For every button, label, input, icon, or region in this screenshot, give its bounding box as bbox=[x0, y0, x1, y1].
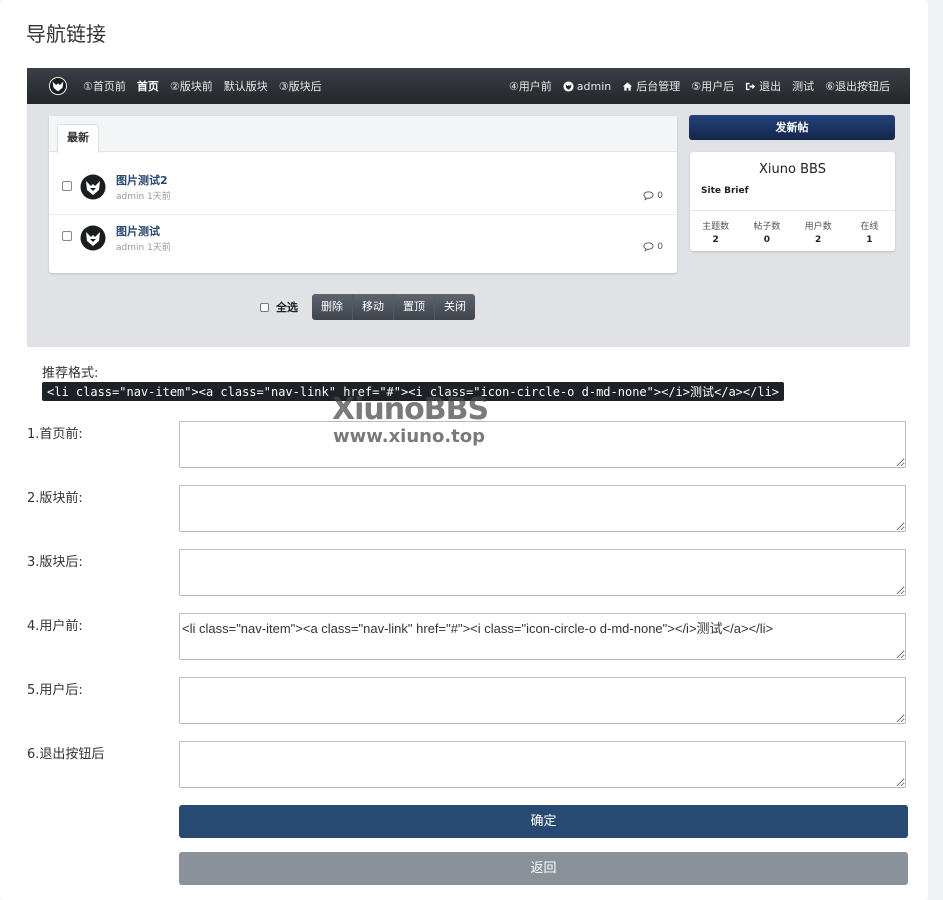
stat-label: 帖子数 bbox=[753, 222, 781, 232]
nav-item-admin-panel[interactable]: 后台管理 bbox=[622, 78, 680, 94]
home-before-field[interactable] bbox=[179, 421, 906, 468]
recommend-label: 推荐格式: bbox=[42, 366, 99, 381]
watermark-url: www.xiuno.top bbox=[333, 426, 486, 447]
nav-left-items: ①首页前 首页 ②版块前 默认版块 ③版块后 bbox=[83, 68, 333, 104]
admin-panel-label: 后台管理 bbox=[636, 80, 681, 93]
thread-list-card: 最新 图片测试2 admin 1天前 0 图片测试 admin 1天前 0 bbox=[49, 116, 677, 273]
stat-value: 1 bbox=[866, 235, 873, 245]
nav-item-home-before[interactable]: ①首页前 bbox=[83, 78, 126, 94]
forum-before-field[interactable] bbox=[179, 485, 906, 532]
stat-label: 在线 bbox=[860, 222, 879, 232]
moderation-bar: 全选 删除 移动 置顶 关闭 bbox=[260, 294, 475, 320]
nav-item-forum-after[interactable]: ③版块后 bbox=[279, 78, 322, 94]
preview-top-nav: ①首页前 首页 ②版块前 默认版块 ③版块后 ④用户前 admin 后台管理 ⑤… bbox=[27, 68, 910, 104]
field-label-home-before: 1.首页前: bbox=[27, 427, 83, 442]
field-label-logout-after: 6.退出按钮后 bbox=[27, 747, 105, 762]
nav-item-user-before[interactable]: ④用户前 bbox=[509, 78, 552, 94]
site-brief: Site Brief bbox=[701, 186, 749, 196]
thread-row[interactable]: 图片测试2 admin 1天前 0 bbox=[49, 168, 677, 214]
stat-label: 用户数 bbox=[804, 222, 832, 232]
nav-preview: ①首页前 首页 ②版块前 默认版块 ③版块后 ④用户前 admin 后台管理 ⑤… bbox=[27, 68, 910, 347]
thread-time: 1天前 bbox=[147, 192, 171, 202]
top-button[interactable]: 置顶 bbox=[394, 294, 435, 320]
sign-out-icon bbox=[746, 82, 756, 90]
thread-checkbox[interactable] bbox=[62, 231, 72, 241]
watermark-title: XiunoBBS bbox=[332, 392, 489, 427]
stat-value: 2 bbox=[814, 235, 822, 245]
thread-time: 1天前 bbox=[147, 243, 171, 253]
select-all-checkbox[interactable] bbox=[260, 302, 269, 312]
comment-icon bbox=[643, 242, 654, 252]
site-name: Xiuno BBS bbox=[759, 162, 826, 177]
comment-count: 0 bbox=[657, 190, 663, 201]
delete-button[interactable]: 删除 bbox=[312, 294, 353, 320]
thread-title[interactable]: 图片测试 bbox=[116, 223, 160, 239]
nav-item-admin-user[interactable]: admin bbox=[563, 80, 611, 93]
site-stats: 主题数 2 帖子数 0 用户数 2 在线 1 bbox=[690, 210, 895, 251]
avatar[interactable] bbox=[80, 174, 106, 200]
stat-threads: 主题数 2 bbox=[690, 211, 741, 251]
thread-meta: admin 1天前 bbox=[116, 240, 171, 253]
thread-row[interactable]: 图片测试 admin 1天前 0 bbox=[49, 214, 677, 261]
admin-label: admin bbox=[576, 79, 612, 93]
nav-item-test[interactable]: 测试 bbox=[792, 78, 814, 94]
nav-item-user-after[interactable]: ⑤用户后 bbox=[691, 78, 734, 94]
logo-icon[interactable] bbox=[49, 77, 67, 95]
move-button[interactable]: 移动 bbox=[353, 294, 394, 320]
thread-meta: admin 1天前 bbox=[116, 189, 171, 202]
comment-count: 0 bbox=[657, 241, 663, 252]
user-after-field[interactable] bbox=[179, 677, 906, 724]
stat-online: 在线 1 bbox=[844, 211, 895, 251]
stat-value: 0 bbox=[763, 235, 770, 245]
field-label-user-after: 5.用户后: bbox=[27, 683, 83, 698]
user-avatar-icon bbox=[563, 80, 574, 92]
thread-comment-count: 0 bbox=[643, 190, 663, 201]
field-label-forum-after: 3.版块后: bbox=[27, 555, 83, 570]
logout-after-field[interactable] bbox=[179, 741, 906, 788]
user-before-field[interactable]: <li class="nav-item"><a class="nav-link"… bbox=[179, 613, 906, 660]
tab-latest[interactable]: 最新 bbox=[57, 124, 99, 153]
stat-posts: 帖子数 0 bbox=[741, 211, 792, 251]
nav-item-logout[interactable]: 退出 bbox=[745, 78, 781, 94]
page-title: 导航链接 bbox=[26, 22, 106, 46]
submit-button[interactable]: 确定 bbox=[179, 805, 908, 838]
main-card: 导航链接 ①首页前 首页 ②版块前 默认版块 ③版块后 ④用户前 admin 后… bbox=[0, 0, 928, 900]
nav-item-logout-after[interactable]: ⑥退出按钮后 bbox=[825, 78, 890, 94]
close-button[interactable]: 关闭 bbox=[435, 294, 475, 320]
thread-author[interactable]: admin bbox=[116, 192, 144, 202]
field-label-forum-before: 2.版块前: bbox=[27, 491, 83, 506]
stat-label: 主题数 bbox=[702, 222, 730, 232]
nav-right-items: ④用户前 admin 后台管理 ⑤用户后 退出 测试 ⑥退出按钮后 bbox=[498, 68, 890, 104]
field-label-user-before: 4.用户前: bbox=[27, 619, 83, 634]
thread-comment-count: 0 bbox=[643, 241, 663, 252]
nav-item-forum-before[interactable]: ②版块前 bbox=[170, 78, 213, 94]
stat-users: 用户数 2 bbox=[793, 211, 844, 251]
moderation-button-group: 删除 移动 置顶 关闭 bbox=[312, 294, 475, 320]
nav-item-default-forum[interactable]: 默认版块 bbox=[224, 78, 268, 94]
thread-author[interactable]: admin bbox=[116, 243, 144, 253]
thread-checkbox[interactable] bbox=[62, 181, 72, 191]
comment-icon bbox=[643, 191, 654, 201]
avatar[interactable] bbox=[80, 225, 106, 251]
select-all-label[interactable]: 全选 bbox=[276, 299, 298, 315]
stat-value: 2 bbox=[712, 235, 719, 245]
forum-after-field[interactable] bbox=[179, 549, 906, 596]
logout-label: 退出 bbox=[759, 80, 782, 93]
back-button[interactable]: 返回 bbox=[179, 852, 908, 885]
thread-title[interactable]: 图片测试2 bbox=[116, 172, 168, 188]
site-info-card: Xiuno BBS Site Brief 主题数 2 帖子数 0 用户数 2 在… bbox=[690, 152, 895, 251]
home-icon bbox=[623, 81, 633, 91]
tabs-bar: 最新 bbox=[49, 116, 677, 153]
new-post-button[interactable]: 发新帖 bbox=[689, 115, 895, 140]
nav-item-home[interactable]: 首页 bbox=[137, 78, 159, 94]
